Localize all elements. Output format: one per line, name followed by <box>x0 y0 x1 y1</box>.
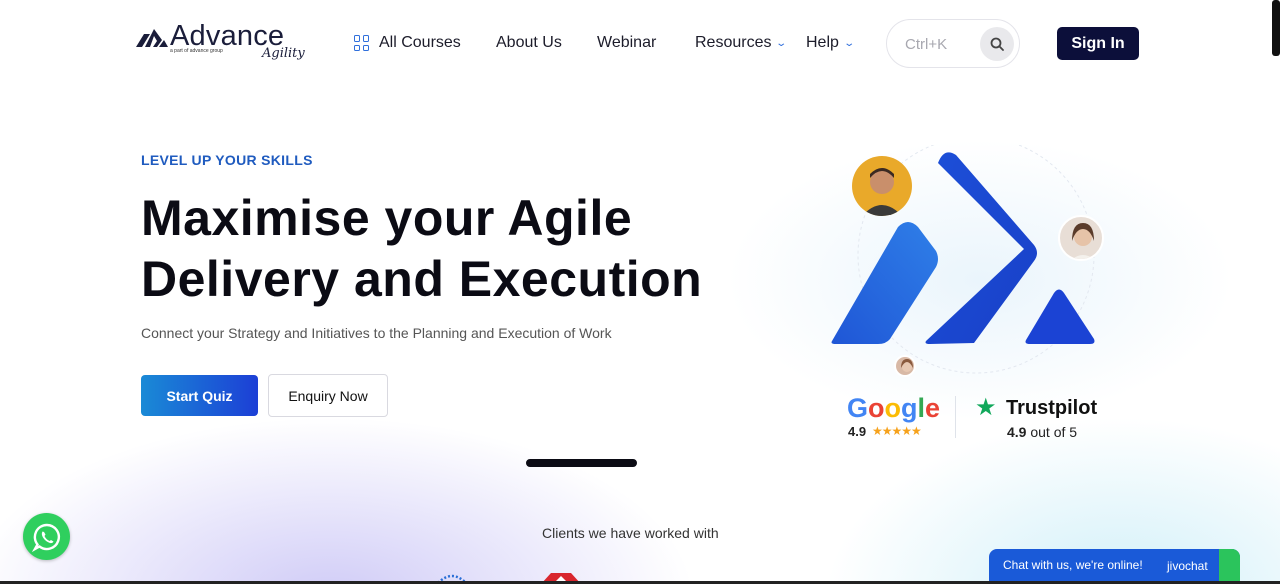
scrollbar-thumb[interactable] <box>1272 0 1280 56</box>
google-rating-score: 4.9 <box>848 424 867 439</box>
trustpilot-rating: 4.9 out of 5 <box>1007 424 1077 440</box>
google-rating-stars: ★★★★★ <box>872 424 922 438</box>
carousel-progress-fill <box>526 459 637 467</box>
carousel-progress[interactable] <box>526 459 748 467</box>
hero-headline: Maximise your Agile Delivery and Executi… <box>141 188 781 310</box>
star-icon: ★ <box>975 394 997 421</box>
avatar <box>894 355 916 377</box>
chat-corner-decoration <box>1219 549 1240 584</box>
nav-help[interactable]: Help ⌄ <box>806 32 855 54</box>
trustpilot-rating-score: 4.9 <box>1007 424 1027 440</box>
enquiry-now-button[interactable]: Enquiry Now <box>268 374 388 417</box>
trustpilot-rating-suffix: out of 5 <box>1026 424 1078 440</box>
chat-brand: jivochat <box>1167 559 1208 573</box>
chevron-down-icon: ⌄ <box>775 37 788 49</box>
hero-illustration <box>826 136 1116 385</box>
brand-script: Agility <box>262 46 305 61</box>
nav-webinar[interactable]: Webinar <box>597 32 656 54</box>
search-box <box>886 19 1020 68</box>
sign-in-button[interactable]: Sign In <box>1057 27 1139 60</box>
nav-about-us[interactable]: About Us <box>496 32 562 54</box>
chevron-down-icon: ⌄ <box>843 37 855 49</box>
clients-heading: Clients we have worked with <box>542 525 719 541</box>
start-quiz-button[interactable]: Start Quiz <box>141 375 258 416</box>
logo-mark-icon <box>136 29 168 47</box>
avatar <box>852 156 912 216</box>
avatar <box>1058 215 1104 261</box>
hero-subline: Connect your Strategy and Initiatives to… <box>141 325 612 341</box>
nav-resources-label: Resources <box>695 34 772 51</box>
search-input[interactable] <box>905 33 975 55</box>
google-logo: Google <box>847 393 941 423</box>
hero-headline-line2: Delivery and Execution <box>141 251 703 307</box>
search-icon <box>990 37 1004 51</box>
rating-divider <box>955 396 956 438</box>
whatsapp-icon <box>31 523 60 552</box>
hero-eyebrow: LEVEL UP YOUR SKILLS <box>141 152 313 168</box>
site-header: Advance a part of advance group Agility … <box>0 0 1280 86</box>
nav-all-courses[interactable]: All Courses <box>354 32 461 54</box>
nav-webinar-label: Webinar <box>597 34 657 51</box>
nav-help-label: Help <box>806 34 839 51</box>
whatsapp-button[interactable] <box>23 513 70 560</box>
live-chat-widget[interactable]: Chat with us, we're online! jivochat <box>989 549 1240 584</box>
trustpilot-logo: Trustpilot <box>1006 397 1098 419</box>
grid-icon <box>354 35 370 51</box>
nav-about-us-label: About Us <box>496 34 562 51</box>
nav-resources[interactable]: Resources ⌄ <box>695 32 788 54</box>
brand-logo[interactable]: Advance a part of advance group Agility <box>136 20 306 66</box>
chat-status-text: Chat with us, we're online! <box>1003 558 1143 572</box>
hero-headline-line1: Maximise your Agile <box>141 190 633 246</box>
nav-all-courses-label: All Courses <box>379 34 461 51</box>
search-button[interactable] <box>980 27 1014 61</box>
brand-tagline: a part of advance group <box>170 48 223 54</box>
